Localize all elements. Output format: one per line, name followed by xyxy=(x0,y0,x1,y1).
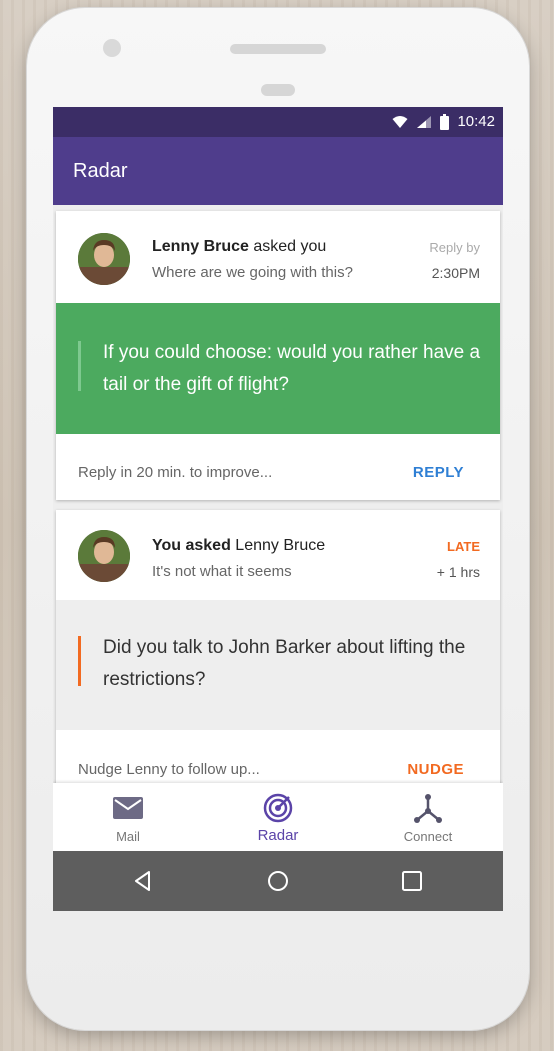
screen: 10:42 Radar Lenny Bruce asked you Where … xyxy=(53,107,503,911)
card-subject: Where are we going with this? xyxy=(152,264,353,281)
status-bar: 10:42 xyxy=(53,107,503,137)
earpiece-speaker xyxy=(230,44,326,54)
card-verb: asked you xyxy=(248,238,327,255)
back-icon[interactable] xyxy=(131,869,155,893)
late-badge: LATE xyxy=(447,539,480,554)
front-camera xyxy=(103,39,121,57)
nav-connect[interactable]: Connect xyxy=(353,783,503,851)
question-text: If you could choose: would you rather ha… xyxy=(103,342,481,395)
home-icon[interactable] xyxy=(266,869,290,893)
card-subject: It's not what it seems xyxy=(152,563,292,580)
radar-card-outgoing[interactable]: You asked Lenny Bruce It's not what it s… xyxy=(56,510,500,810)
wifi-icon xyxy=(392,115,408,128)
system-nav-bar xyxy=(53,851,503,911)
proximity-sensor xyxy=(261,84,295,96)
connect-icon xyxy=(414,794,442,823)
app-bar: Radar xyxy=(53,137,503,205)
late-duration: + 1 hrs xyxy=(436,564,480,580)
mail-icon xyxy=(113,797,143,819)
signal-icon xyxy=(417,115,432,128)
recipient-name[interactable]: Lenny Bruce xyxy=(231,537,325,554)
card-header: You asked Lenny Bruce xyxy=(152,537,325,555)
nav-radar[interactable]: Radar xyxy=(203,783,353,851)
status-time: 10:42 xyxy=(457,113,495,130)
card-header: Lenny Bruce asked you xyxy=(152,238,326,256)
card-footer-hint: Reply in 20 min. to improve... xyxy=(78,464,273,481)
question-accent-bar xyxy=(78,636,81,686)
question-block[interactable]: Did you talk to John Barker about liftin… xyxy=(56,600,500,730)
page-title: Radar xyxy=(73,160,128,182)
reply-button[interactable]: REPLY xyxy=(413,464,464,481)
card-prefix: You asked xyxy=(152,537,231,554)
nav-mail[interactable]: Mail xyxy=(53,783,203,851)
sender-name[interactable]: Lenny Bruce xyxy=(152,238,249,255)
question-block[interactable]: If you could choose: would you rather ha… xyxy=(56,303,500,434)
nav-label-mail: Mail xyxy=(116,829,140,844)
radar-icon xyxy=(263,793,293,823)
avatar[interactable] xyxy=(78,530,130,582)
reply-by-time: 2:30PM xyxy=(431,265,480,281)
recents-icon[interactable] xyxy=(400,869,424,893)
nudge-button[interactable]: NUDGE xyxy=(407,761,464,778)
nav-label-radar: Radar xyxy=(257,827,299,844)
card-footer-hint: Nudge Lenny to follow up... xyxy=(78,761,260,778)
avatar[interactable] xyxy=(78,233,130,285)
nav-label-connect: Connect xyxy=(403,829,453,844)
bottom-nav: Mail Radar Connect xyxy=(53,783,503,851)
radar-card-incoming[interactable]: Lenny Bruce asked you Where are we going… xyxy=(56,211,500,500)
battery-icon xyxy=(440,113,450,130)
question-accent-bar xyxy=(78,341,81,391)
reply-by-label: Reply by xyxy=(429,240,480,255)
question-text: Did you talk to John Barker about liftin… xyxy=(103,637,466,690)
